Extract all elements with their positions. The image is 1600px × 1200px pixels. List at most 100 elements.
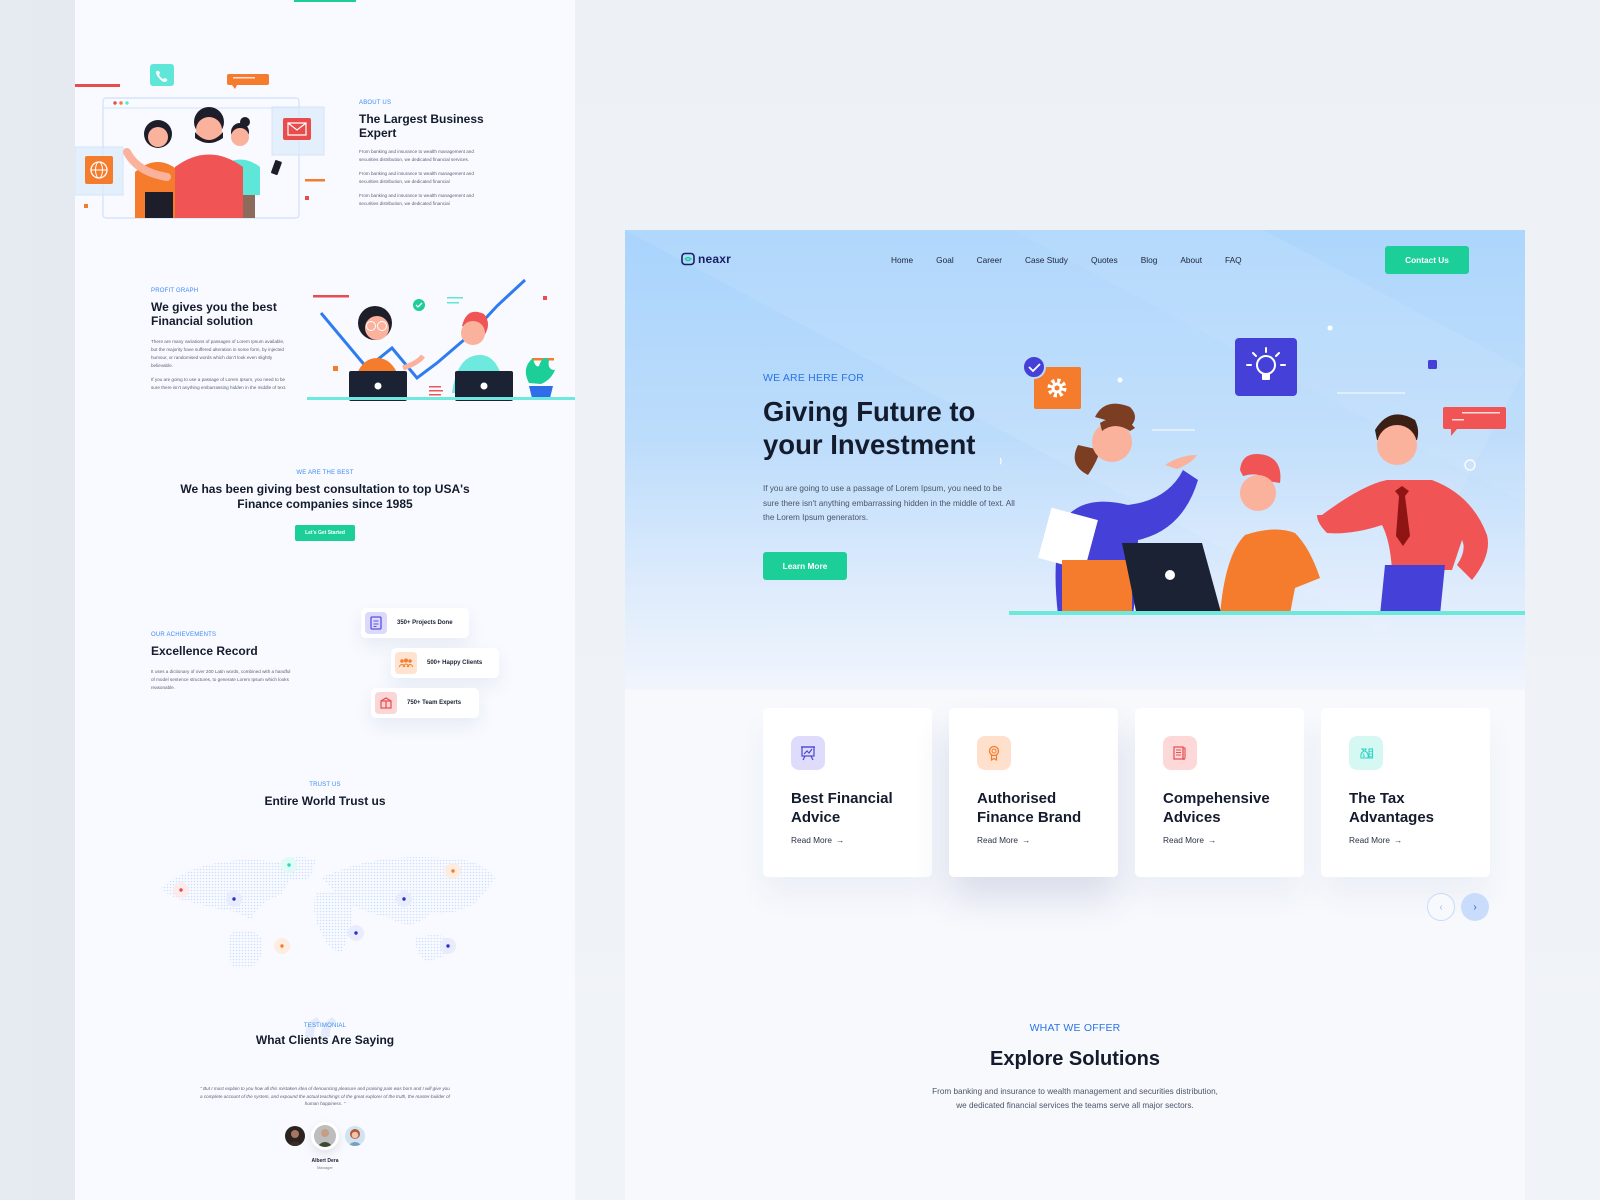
about-paragraph: From banking and insurance to wealth man… [359, 193, 474, 206]
arrow-right-icon: → [1208, 835, 1217, 845]
arrow-right-icon: → [1394, 835, 1403, 845]
avatar-active[interactable] [311, 1122, 339, 1150]
chat-bubble-icon [227, 74, 269, 85]
avatar[interactable] [285, 1126, 305, 1146]
map-pin [226, 891, 242, 907]
profit-eyebrow: PROFIT GRAPH [151, 288, 199, 294]
achievements-title: Excellence Record [151, 644, 258, 658]
hero-eyebrow: WE ARE HERE FOR [763, 372, 865, 384]
contact-us-button[interactable]: Contact Us [1385, 246, 1469, 274]
nav-links: Home Goal Career Case Study Quotes Blog … [891, 255, 1265, 265]
best-title: We has been giving best consultation to … [180, 482, 470, 511]
red-dash [75, 84, 120, 87]
about-illustration [75, 64, 325, 219]
stat-card-projects: 350+ Projects Done [361, 608, 469, 638]
stat-card-experts: 750+ Team Experts [371, 688, 479, 718]
nav-faq[interactable]: FAQ [1225, 255, 1242, 265]
avatar-carousel [75, 1122, 575, 1150]
feature-card[interactable]: Compehensive Advices Read More → [1135, 708, 1304, 877]
stat-label: 750+ Team Experts [407, 700, 462, 706]
testimonial-title: What Clients Are Saying [255, 1033, 395, 1047]
hero-section: neaxr Home Goal Career Case Study Quotes… [625, 230, 1525, 690]
presentation-chart-icon [791, 736, 825, 770]
map-pin [281, 857, 297, 873]
slider-prev-button[interactable]: ‹ [1427, 893, 1455, 921]
author-name: Albert Dera [311, 1158, 339, 1164]
chat-bubble-icon [1443, 407, 1506, 436]
card-title: Authorised Finance Brand [977, 790, 1082, 826]
offer-title: Explore Solutions [989, 1048, 1161, 1070]
feature-card[interactable]: Authorised Finance Brand Read More → [949, 708, 1118, 877]
about-title: The Largest Business Expert [359, 112, 484, 140]
feature-cards: Best Financial Advice Read More → Authori… [763, 708, 1490, 877]
avatar[interactable] [345, 1126, 365, 1146]
right-page-preview: neaxr Home Goal Career Case Study Quotes… [625, 230, 1525, 1200]
feature-card[interactable]: Best Financial Advice Read More → [763, 708, 932, 877]
stat-label: 350+ Projects Done [397, 620, 453, 626]
get-started-button[interactable]: Let's Get Started [295, 525, 355, 541]
read-more-label: Read More [977, 835, 1019, 845]
nav-home[interactable]: Home [891, 255, 913, 265]
profit-illustration [307, 278, 575, 401]
read-more-link[interactable]: Read More → [1163, 835, 1276, 845]
learn-more-button[interactable]: Learn More [763, 552, 847, 580]
achievements-section: OUR ACHIEVEMENTS Excellence Record It us… [151, 632, 291, 692]
logo[interactable]: neaxr [681, 252, 731, 266]
trust-title: Entire World Trust us [264, 794, 386, 808]
arrow-right-icon: → [836, 835, 845, 845]
offer-eyebrow: WHAT WE OFFER [1029, 1022, 1121, 1034]
chevron-right-icon: › [1473, 901, 1477, 913]
map-pin [440, 938, 456, 954]
read-more-link[interactable]: Read More → [1349, 835, 1462, 845]
trust-section: TRUST US Entire World Trust us [75, 782, 575, 808]
check-icon [413, 299, 425, 311]
testimonial-eyebrow: TESTIMONIAL [303, 1023, 347, 1029]
people-icon [395, 652, 417, 674]
map-pin [396, 891, 412, 907]
about-paragraph: From banking and insurance to wealth man… [359, 149, 474, 162]
testimonial-section: TESTIMONIAL What Clients Are Saying [75, 1023, 575, 1047]
world-map [161, 857, 496, 968]
chevron-left-icon: ‹ [1439, 901, 1443, 913]
testimonial-quote: " But I must explain to you how all this… [200, 1086, 450, 1106]
read-more-label: Read More [791, 835, 833, 845]
hero-title: Giving Future to your Investment [763, 396, 976, 460]
achievements-paragraph: It uses a dictionary of over 200 Latin w… [151, 669, 291, 690]
about-section: ABOUT US The Largest Business Expert Fro… [359, 100, 494, 208]
profit-paragraph: If you are going to use a passage of Lor… [151, 377, 287, 390]
top-accent-bar [294, 0, 356, 2]
nav-about[interactable]: About [1180, 255, 1202, 265]
clipboard-icon [365, 612, 387, 634]
read-more-link[interactable]: Read More → [791, 835, 904, 845]
map-pin [274, 938, 290, 954]
map-pin [348, 925, 364, 941]
navbar: neaxr Home Goal Career Case Study Quotes… [625, 246, 1525, 274]
profit-title: We gives you the best Financial solution [151, 300, 277, 328]
lightbulb-icon [1235, 338, 1297, 396]
nav-goal[interactable]: Goal [936, 255, 954, 265]
about-eyebrow: ABOUT US [359, 100, 392, 106]
offer-section: WHAT WE OFFER Explore Solutions From ban… [625, 1022, 1525, 1113]
map-pin [445, 863, 461, 879]
card-title: Best Financial Advice [791, 790, 893, 826]
card-title: The Tax Advantages [1349, 790, 1435, 826]
money-bag-icon: $ [1349, 736, 1383, 770]
nav-blog[interactable]: Blog [1141, 255, 1158, 265]
nav-case-study[interactable]: Case Study [1025, 255, 1068, 265]
feature-card[interactable]: $ The Tax Advantages Read More → [1321, 708, 1490, 877]
left-page-preview: ABOUT US The Largest Business Expert Fro… [75, 0, 575, 1200]
stat-label: 500+ Happy Clients [427, 660, 483, 666]
mail-icon [283, 118, 311, 140]
desk [1009, 611, 1525, 615]
best-section: WE ARE THE BEST We has been giving best … [75, 470, 575, 541]
read-more-label: Read More [1163, 835, 1205, 845]
nav-quotes[interactable]: Quotes [1091, 255, 1118, 265]
slider-next-button[interactable]: › [1461, 893, 1489, 921]
svg-text:$: $ [1362, 753, 1365, 759]
nav-career[interactable]: Career [977, 255, 1002, 265]
read-more-link[interactable]: Read More → [977, 835, 1090, 845]
map-pin [173, 882, 189, 898]
checkmark-badge-icon [1022, 355, 1046, 379]
gift-icon [375, 692, 397, 714]
award-badge-icon [977, 736, 1011, 770]
